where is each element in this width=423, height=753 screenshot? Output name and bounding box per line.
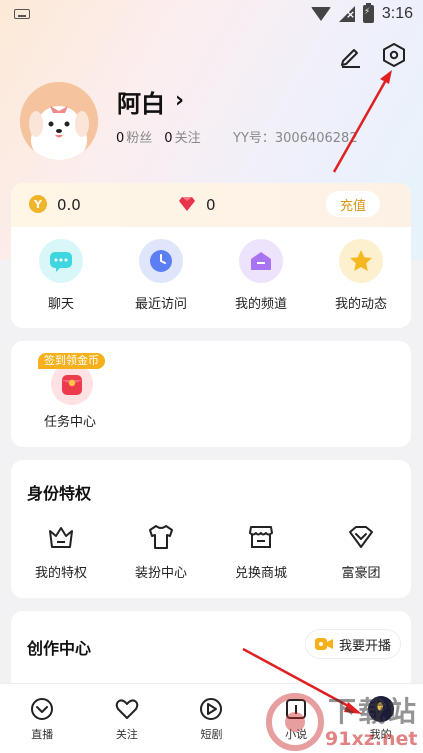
store-icon xyxy=(249,526,273,548)
gem-badge-icon xyxy=(349,526,373,548)
nav-label: 直播 xyxy=(31,728,54,741)
heart-icon xyxy=(115,699,139,719)
nav-label: 关注 xyxy=(115,728,138,741)
yy-id: YY号：3006406282 xyxy=(233,127,423,146)
avatar[interactable] xyxy=(20,82,98,160)
nav-item-live[interactable]: 直播 xyxy=(0,684,85,753)
identity-label: 富豪团 xyxy=(341,566,381,581)
edit-icon[interactable] xyxy=(338,42,364,68)
follow-stat[interactable]: 0 关注 xyxy=(164,127,200,146)
yy-number: 3006406282 xyxy=(274,131,358,146)
coin-balance[interactable]: 0.0 xyxy=(57,196,81,214)
quick-action-channel[interactable]: 我的频道 xyxy=(211,239,311,312)
quick-actions: 聊天 最近访问 我的频道 我的动态 xyxy=(11,239,411,312)
identity-label: 装扮中心 xyxy=(134,566,187,581)
signal-icon xyxy=(338,6,355,22)
coin-icon: Y xyxy=(29,195,47,213)
identity-label: 兑换商城 xyxy=(234,566,287,581)
go-live-button[interactable]: 我要开播 xyxy=(305,629,401,659)
diamond-balance[interactable]: 0 xyxy=(206,196,216,214)
status-time: 3:16 xyxy=(381,5,413,22)
task-center-label[interactable]: 任务中心 xyxy=(44,411,96,430)
quick-action-label: 我的动态 xyxy=(334,297,387,312)
creator-title: 创作中心 xyxy=(27,639,92,658)
quick-action-chat[interactable]: 聊天 xyxy=(11,239,111,312)
diamond-icon xyxy=(179,197,195,211)
identity-items: 我的特权 装扮中心 兑换商城 富豪团 xyxy=(11,522,411,581)
username[interactable]: 阿白 xyxy=(117,84,165,119)
identity-item-rich[interactable]: 富豪团 xyxy=(311,522,411,581)
chat-bubble-icon xyxy=(39,239,83,283)
identity-item-store[interactable]: 兑换商城 xyxy=(211,522,311,581)
star-icon xyxy=(339,239,383,283)
follow-count: 0 xyxy=(164,131,173,146)
creator-card: 创作中心 我要开播 xyxy=(11,611,411,691)
fans-count: 0 xyxy=(116,131,125,146)
checkin-badge: 签到领金币 xyxy=(38,353,105,369)
nav-item-drama[interactable]: 短剧 xyxy=(169,684,254,753)
quick-action-label: 我的频道 xyxy=(234,297,287,312)
quick-action-label: 最近访问 xyxy=(134,297,187,312)
wallet-card: Y 0.0 0 充值 聊天 最近访问 我的频道 我的动态 xyxy=(11,183,411,328)
nav-item-follow[interactable]: 关注 xyxy=(85,684,170,753)
settings-icon[interactable] xyxy=(381,42,407,68)
task-center-button[interactable] xyxy=(51,363,93,405)
identity-item-dressup[interactable]: 装扮中心 xyxy=(111,522,211,581)
quick-action-label: 聊天 xyxy=(47,297,74,312)
recharge-button[interactable]: 充值 xyxy=(326,191,380,217)
wifi-icon xyxy=(310,7,331,21)
tshirt-icon xyxy=(149,525,173,549)
task-card: 签到领金币 任务中心 xyxy=(11,341,411,447)
chevron-right-icon[interactable]: › xyxy=(175,88,184,113)
battery-icon xyxy=(362,3,374,23)
watermark-url: 91xz.net xyxy=(325,728,418,750)
puppy-avatar-image xyxy=(20,82,98,160)
keyboard-icon xyxy=(14,9,30,19)
status-bar: 3:16 xyxy=(0,0,423,30)
identity-title: 身份特权 xyxy=(27,484,92,503)
play-icon xyxy=(200,698,223,720)
follow-label: 关注 xyxy=(174,131,201,146)
clock-icon xyxy=(139,239,183,283)
video-camera-icon xyxy=(314,638,333,650)
red-envelope-icon xyxy=(62,375,82,395)
watermark-text: 下载站 xyxy=(328,695,419,728)
profile-stats: 0 粉丝 0 关注 xyxy=(116,127,201,146)
wallet-row: Y 0.0 0 充值 xyxy=(11,183,411,227)
live-icon xyxy=(31,698,54,720)
nav-label: 短剧 xyxy=(200,728,223,741)
quick-action-moments[interactable]: 我的动态 xyxy=(311,239,411,312)
identity-card: 身份特权 我的特权 装扮中心 兑换商城 富豪团 xyxy=(11,460,411,598)
channel-icon xyxy=(239,239,283,283)
yy-label: YY号： xyxy=(233,131,275,146)
identity-label: 我的特权 xyxy=(34,566,87,581)
identity-item-privilege[interactable]: 我的特权 xyxy=(11,522,111,581)
crown-icon xyxy=(49,527,73,548)
go-live-label: 我要开播 xyxy=(338,638,391,654)
fans-stat[interactable]: 0 粉丝 xyxy=(116,127,152,146)
quick-action-recent[interactable]: 最近访问 xyxy=(111,239,211,312)
fans-label: 粉丝 xyxy=(126,131,153,146)
